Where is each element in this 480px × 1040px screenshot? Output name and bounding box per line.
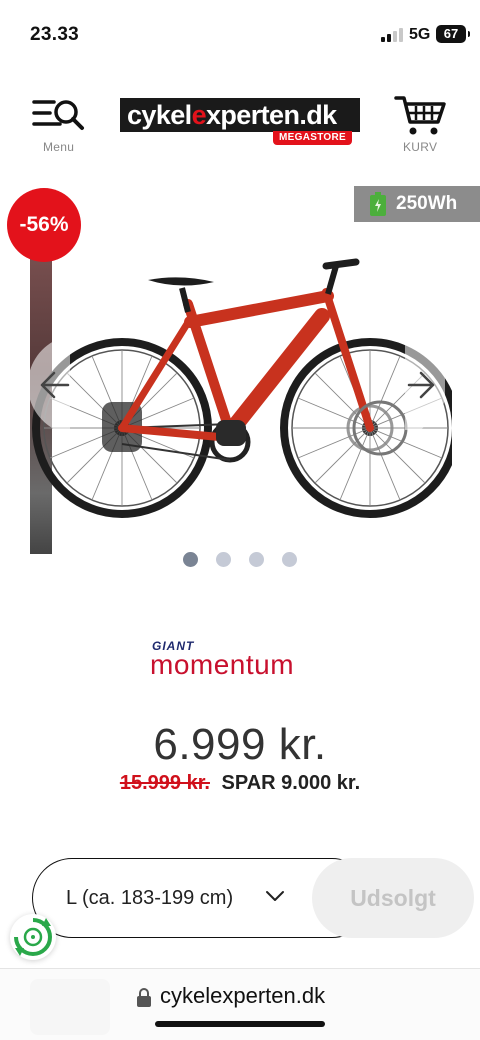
gallery-pagination: [180, 552, 300, 568]
soldout-button[interactable]: Udsolgt: [312, 858, 474, 938]
home-indicator: [155, 1021, 325, 1027]
network-type: 5G: [409, 26, 431, 43]
pagination-dot[interactable]: [249, 552, 264, 567]
price-comparison: 15.999 kr. SPAR 9.000 kr.: [0, 772, 480, 795]
discount-badge: -56%: [7, 188, 81, 262]
brand-logo: GIANT momentum: [150, 640, 294, 680]
previous-image-arrow-icon[interactable]: [30, 340, 70, 430]
eco-delivery-badge[interactable]: [10, 914, 56, 960]
cart-label: KURV: [403, 140, 438, 154]
bike-image: [32, 258, 452, 518]
url-text: cykelexperten.dk: [160, 983, 326, 1008]
tab-thumbnail: [30, 979, 110, 1035]
site-logo[interactable]: cykelexperten.dk MEGASTORE: [120, 98, 360, 146]
pagination-dot[interactable]: [183, 552, 198, 567]
signal-icon: [381, 28, 403, 42]
product-gallery[interactable]: -56% 250Wh: [0, 180, 480, 580]
logo-wordmark: cykelexperten.dk: [120, 98, 360, 132]
recycle-bike-icon: [14, 918, 52, 956]
next-image-arrow-icon[interactable]: [405, 340, 445, 430]
savings-text: SPAR 9.000 kr.: [221, 772, 361, 794]
cart-icon: [394, 96, 446, 135]
browser-address-bar[interactable]: cykelexperten.dk: [0, 968, 480, 1040]
menu-label: Menu: [43, 140, 75, 154]
logo-megastore-tag: MEGASTORE: [273, 131, 352, 145]
old-price: 15.999 kr.: [119, 772, 210, 794]
next-slide-peek: [456, 250, 480, 554]
battery-capacity-badge: 250Wh: [354, 186, 480, 222]
site-header: Menu cykelexperten.dk MEGASTORE KURV: [0, 66, 480, 166]
product-price: 6.999 kr.: [153, 720, 327, 769]
size-select-value: L (ca. 183-199 cm): [66, 887, 234, 909]
battery-icon: 67: [436, 25, 470, 43]
menu-search-icon: [32, 100, 84, 130]
lock-icon: [137, 988, 151, 1007]
battery-capacity-text: 250Wh: [396, 193, 458, 214]
svg-text:momentum: momentum: [150, 649, 294, 680]
status-time: 23.33: [30, 24, 80, 45]
battery-pack-icon: [370, 192, 386, 216]
cart-button[interactable]: [394, 94, 448, 140]
pagination-dot[interactable]: [282, 552, 297, 567]
pagination-dot[interactable]: [216, 552, 231, 567]
chevron-down-icon: [266, 891, 284, 901]
status-bar: 23.33 5G 67: [0, 0, 480, 66]
